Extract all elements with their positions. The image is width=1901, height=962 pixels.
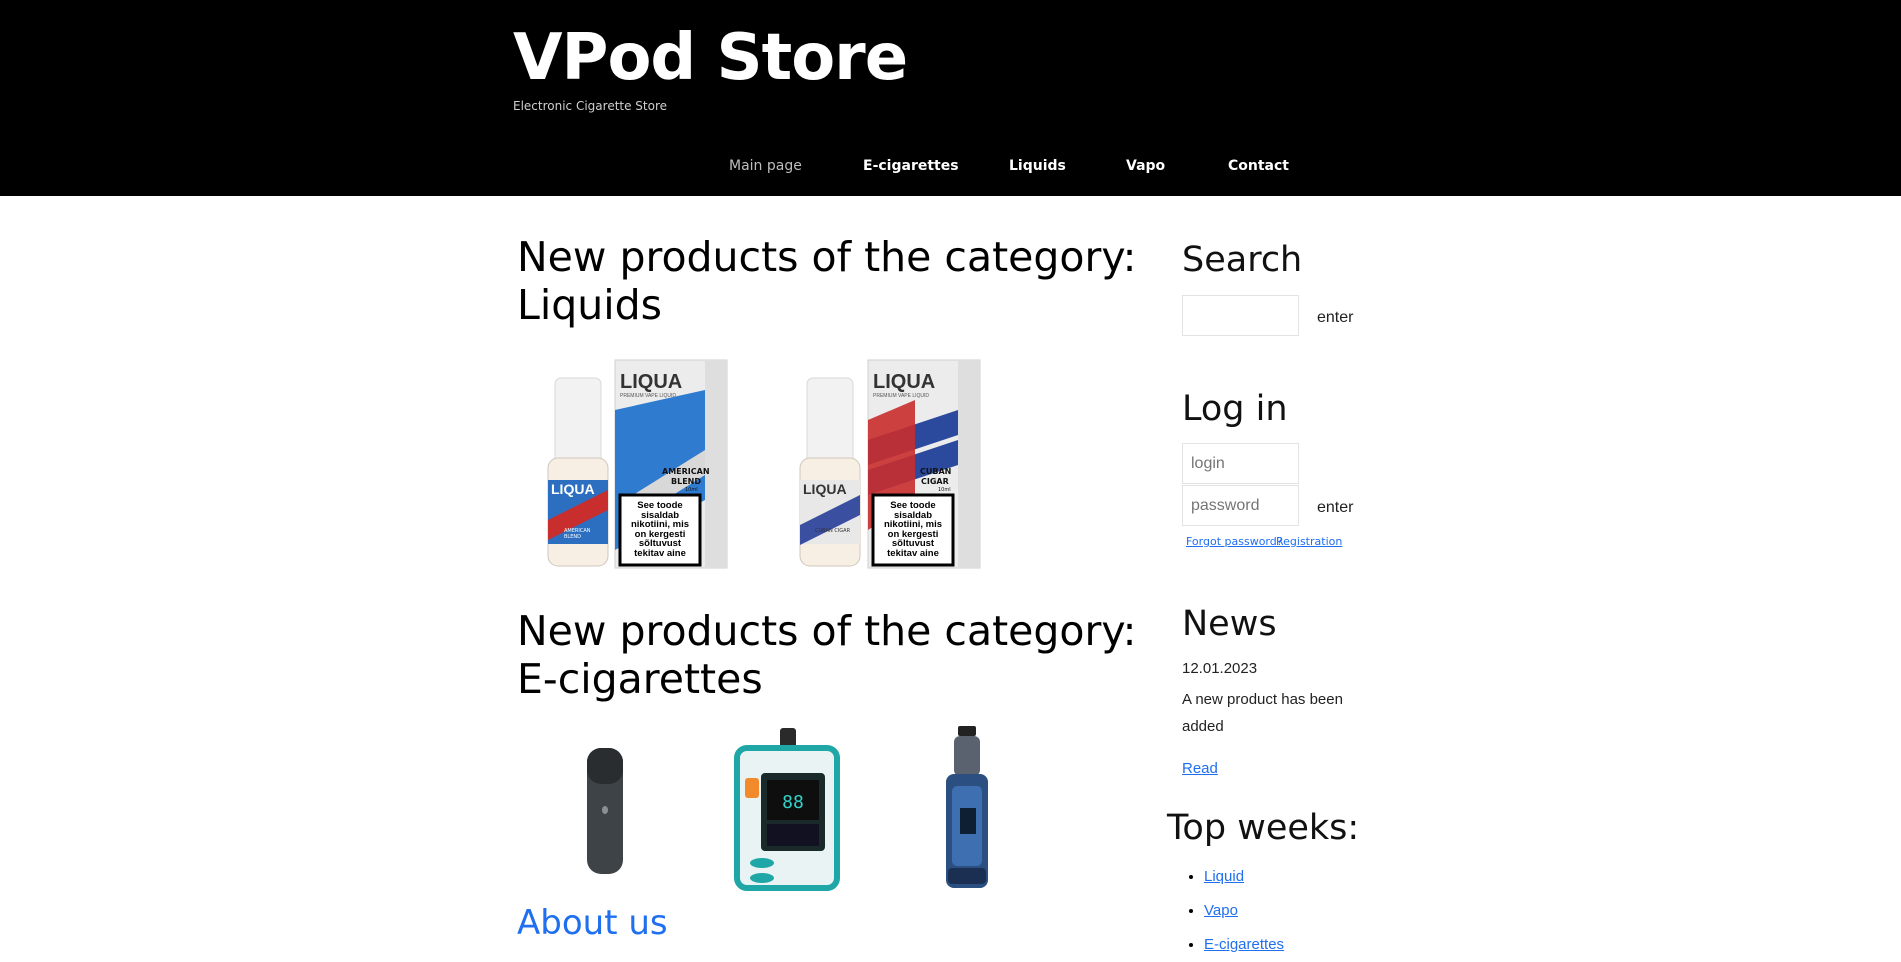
top-weeks-list: Liquid Vapo E-cigarettes bbox=[1182, 860, 1284, 962]
search-enter-button[interactable]: enter bbox=[1317, 309, 1353, 327]
nicotine-warning: See toode sisaldab nikotiini, mis on ker… bbox=[621, 501, 699, 558]
pod-device-image bbox=[587, 748, 623, 874]
search-title: Search bbox=[1182, 240, 1303, 280]
search-input[interactable] bbox=[1182, 295, 1299, 336]
flavor-line1: AMERICAN bbox=[662, 467, 710, 476]
product-card-box-mod[interactable] bbox=[920, 718, 1020, 894]
warning-line: tekitav aine bbox=[634, 547, 686, 559]
login-widget: Log in bbox=[1182, 389, 1288, 429]
bottle-flavor-label: AMERICAN BLEND bbox=[564, 528, 591, 540]
product-card-pod-mod[interactable]: 88 bbox=[697, 718, 872, 894]
box-sub-text: PREMIUM VAPE LIQUID bbox=[873, 393, 930, 399]
pod-mod-image: 88 bbox=[734, 728, 840, 891]
top-weeks-widget: Top weeks: bbox=[1167, 808, 1359, 848]
nav-item-e-cigarettes[interactable]: E-cigarettes bbox=[863, 158, 959, 174]
list-item: Vapo bbox=[1204, 894, 1284, 928]
forgot-password-link[interactable]: Forgot password? bbox=[1186, 535, 1283, 548]
box-brand-text: LIQUA bbox=[620, 371, 683, 393]
search-widget: Search bbox=[1182, 240, 1302, 280]
bottle-flavor-label: CUBAN CIGAR bbox=[815, 528, 851, 534]
site-header: VPod Store Electronic Cigarette Store Ma… bbox=[0, 0, 1901, 196]
news-widget: News bbox=[1182, 604, 1277, 644]
news-date: 12.01.2023 bbox=[1182, 660, 1258, 677]
nav-item-main-page[interactable]: Main page bbox=[729, 158, 802, 174]
list-item: E-cigarettes bbox=[1204, 928, 1284, 962]
top-weeks-title: Top weeks: bbox=[1167, 808, 1360, 848]
news-title: News bbox=[1182, 604, 1277, 644]
box-sub-text: PREMIUM VAPE LIQUID bbox=[620, 393, 677, 399]
nav-item-contact[interactable]: Contact bbox=[1228, 158, 1289, 174]
main-nav: Main page E-cigarettes Liquids Vapo Cont… bbox=[0, 158, 1901, 182]
section-title-line2: E-cigarettes bbox=[517, 655, 763, 703]
flavor-line2: CIGAR bbox=[921, 477, 949, 486]
product-card-liquid-american-blend[interactable]: LIQUA PREMIUM VAPE LIQUID AMERICAN BLEND… bbox=[515, 350, 767, 572]
top-item-vapo[interactable]: Vapo bbox=[1204, 902, 1238, 919]
news-text-line: added bbox=[1182, 718, 1224, 735]
login-title: Log in bbox=[1182, 389, 1288, 429]
nav-item-liquids[interactable]: Liquids bbox=[1009, 158, 1066, 174]
flavor-line2: BLEND bbox=[671, 477, 701, 486]
box-brand-text: LIQUA bbox=[873, 371, 936, 393]
top-item-e-cigarettes[interactable]: E-cigarettes bbox=[1204, 936, 1284, 953]
section-title-line1: New products of the category: bbox=[517, 233, 1137, 281]
product-card-liquid-cuban-cigar[interactable]: LIQUA PREMIUM VAPE LIQUID CUBAN CIGAR 10… bbox=[775, 350, 1027, 572]
flavor-line1: CUBAN bbox=[920, 467, 952, 476]
news-text: A new product has been added bbox=[1182, 686, 1343, 740]
box-mod-image bbox=[946, 726, 988, 888]
site-title[interactable]: VPod Store bbox=[513, 22, 908, 94]
product-card-pod-device[interactable] bbox=[550, 718, 660, 894]
volume-label: 10ml bbox=[685, 487, 698, 493]
news-text-line: A new product has been bbox=[1182, 691, 1343, 708]
password-field[interactable] bbox=[1182, 485, 1299, 526]
warning-line: tekitav aine bbox=[887, 547, 939, 559]
svg-text:88: 88 bbox=[782, 792, 804, 813]
volume-label: 10ml bbox=[938, 487, 951, 493]
registration-link[interactable]: Registration bbox=[1276, 535, 1342, 548]
section-title-e-cigarettes: New products of the category: E-cigarett… bbox=[517, 607, 1136, 703]
login-field[interactable] bbox=[1182, 443, 1299, 484]
list-item: Liquid bbox=[1204, 860, 1284, 894]
bottle-brand-text: LIQUA bbox=[551, 481, 595, 497]
nicotine-warning: See toode sisaldab nikotiini, mis on ker… bbox=[874, 501, 952, 558]
section-title-line2: Liquids bbox=[517, 281, 663, 329]
login-enter-button[interactable]: enter bbox=[1317, 499, 1353, 517]
news-read-link[interactable]: Read bbox=[1182, 760, 1218, 777]
nav-item-vapo[interactable]: Vapo bbox=[1126, 158, 1165, 174]
about-us-link[interactable]: About us bbox=[517, 903, 668, 943]
bottle-brand-text: LIQUA bbox=[803, 481, 847, 497]
site-tagline: Electronic Cigarette Store bbox=[513, 99, 668, 113]
section-title-line1: New products of the category: bbox=[517, 607, 1137, 655]
section-title-liquids: New products of the category: Liquids bbox=[517, 233, 1136, 329]
top-item-liquid[interactable]: Liquid bbox=[1204, 868, 1244, 885]
